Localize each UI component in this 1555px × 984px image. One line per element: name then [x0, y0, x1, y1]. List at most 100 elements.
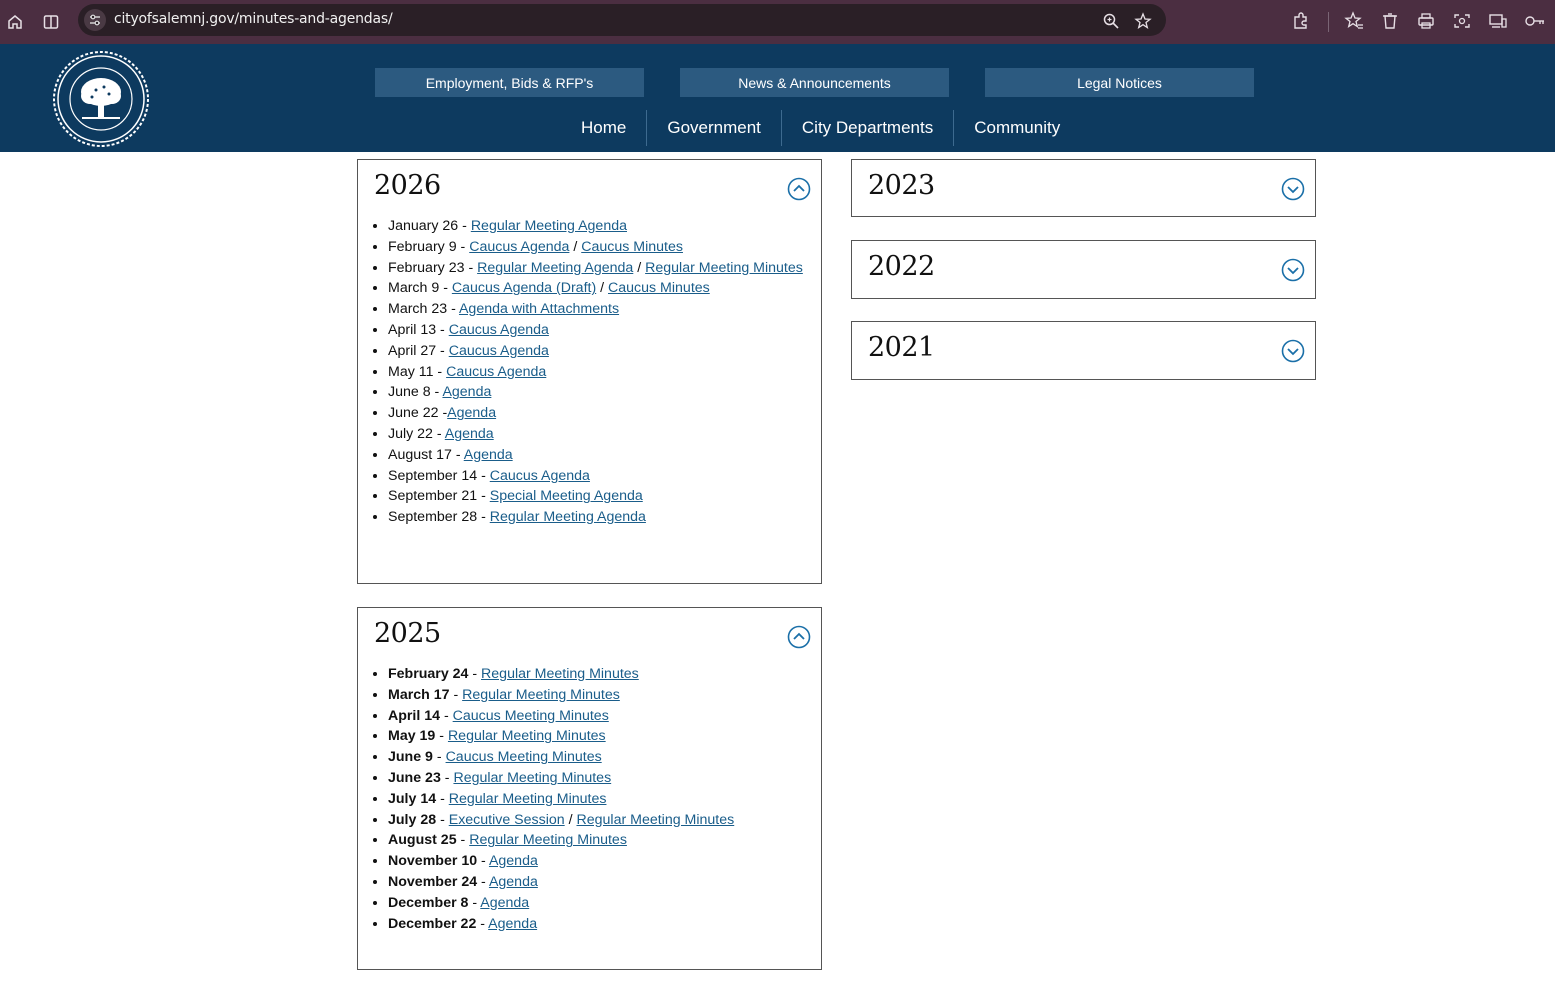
date-separator: -	[456, 832, 470, 849]
bookmark-star-icon[interactable]	[1134, 12, 1152, 30]
meeting-list-item: November 10 - Agenda	[388, 851, 808, 872]
meeting-list-item: September 28 - Regular Meeting Agenda	[388, 507, 808, 528]
document-link[interactable]: Regular Meeting Minutes	[645, 260, 803, 276]
year-panel-2021[interactable]: 2021	[851, 321, 1316, 380]
news-announcements-link[interactable]: News & Announcements	[680, 68, 949, 97]
home-icon[interactable]	[4, 11, 26, 33]
document-link[interactable]: Agenda	[447, 405, 496, 421]
meeting-list-item: March 17 - Regular Meeting Minutes	[388, 685, 808, 706]
extensions-icon[interactable]	[1291, 11, 1313, 33]
document-link[interactable]: Regular Meeting Minutes	[462, 687, 620, 703]
panel-year-title[interactable]: 2026	[374, 170, 441, 201]
panel-year-title[interactable]: 2021	[868, 332, 935, 363]
document-link[interactable]: Agenda	[489, 853, 538, 869]
document-link[interactable]: Regular Meeting Minutes	[469, 832, 627, 848]
document-link[interactable]: Regular Meeting Agenda	[490, 509, 646, 525]
document-link[interactable]: Caucus Agenda	[446, 364, 546, 380]
nav-government[interactable]: Government	[646, 110, 781, 146]
panel-year-title[interactable]: 2025	[374, 618, 441, 649]
year-panel-2023[interactable]: 2023	[851, 159, 1316, 217]
expand-chevron-down-icon[interactable]	[1281, 339, 1305, 363]
meeting-date: April 27	[388, 342, 437, 359]
zoom-icon[interactable]	[1102, 12, 1120, 30]
document-link[interactable]: Regular Meeting Minutes	[481, 666, 639, 682]
date-separator: -	[436, 321, 449, 338]
document-link[interactable]: Special Meeting Agenda	[490, 488, 643, 504]
date-separator: -	[432, 749, 446, 766]
split-view-icon[interactable]	[40, 11, 62, 33]
meeting-date: May 19	[388, 728, 436, 745]
document-link[interactable]: Agenda	[488, 916, 537, 932]
document-link[interactable]: Caucus Agenda	[490, 468, 590, 484]
meeting-list-item: September 14 - Caucus Agenda	[388, 466, 808, 487]
legal-notices-link[interactable]: Legal Notices	[985, 68, 1254, 97]
meeting-list-2025: February 24 - Regular Meeting MinutesMar…	[388, 664, 808, 934]
document-link[interactable]: Regular Meeting Agenda	[477, 260, 633, 276]
document-link[interactable]: Agenda	[480, 895, 529, 911]
url-text[interactable]: cityofsalemnj.gov/minutes-and-agendas/	[114, 11, 393, 27]
date-separator: -	[430, 384, 443, 401]
meeting-list-item: January 26 - Regular Meeting Agenda	[388, 216, 808, 237]
expand-chevron-down-icon[interactable]	[1281, 177, 1305, 201]
meeting-list-item: May 11 - Caucus Agenda	[388, 362, 808, 383]
panel-year-title[interactable]: 2023	[868, 170, 935, 201]
document-link[interactable]: Caucus Minutes	[581, 239, 683, 255]
document-link[interactable]: Caucus Meeting Minutes	[446, 749, 602, 765]
document-link[interactable]: Caucus Agenda	[449, 322, 549, 338]
city-seal-logo[interactable]	[52, 50, 150, 148]
year-panel-2022[interactable]: 2022	[851, 240, 1316, 299]
meeting-date: August 17	[388, 446, 452, 463]
nav-city-departments[interactable]: City Departments	[780, 110, 953, 146]
document-link[interactable]: Agenda	[464, 447, 513, 463]
meeting-list-item: June 22 -Agenda	[388, 403, 808, 424]
document-link[interactable]: Regular Meeting Minutes	[448, 728, 606, 744]
expand-chevron-down-icon[interactable]	[1281, 258, 1305, 282]
meeting-list-item: March 23 - Agenda with Attachments	[388, 299, 808, 320]
nav-community[interactable]: Community	[953, 110, 1080, 146]
browser-toolbar: cityofsalemnj.gov/minutes-and-agendas/	[0, 0, 1555, 44]
document-link[interactable]: Caucus Agenda	[449, 343, 549, 359]
meeting-date: February 9	[388, 238, 457, 255]
meeting-list-item: April 27 - Caucus Agenda	[388, 341, 808, 362]
date-separator: -	[456, 238, 470, 255]
document-link[interactable]: Regular Meeting Minutes	[453, 770, 611, 786]
favorites-icon[interactable]	[1344, 11, 1366, 33]
year-panel-2026: 2026 January 26 - Regular Meeting Agenda…	[357, 159, 822, 584]
document-link[interactable]: Regular Meeting Minutes	[449, 791, 607, 807]
date-separator: -	[451, 446, 464, 463]
document-link[interactable]: Agenda	[445, 426, 494, 442]
site-info-icon[interactable]	[84, 9, 106, 31]
document-link[interactable]: Caucus Minutes	[608, 280, 710, 296]
date-separator: -	[436, 342, 449, 359]
meeting-date: July 14	[388, 790, 437, 807]
collapse-chevron-up-icon[interactable]	[787, 177, 811, 201]
date-separator: -	[433, 363, 447, 380]
collapse-chevron-up-icon[interactable]	[787, 625, 811, 649]
print-icon[interactable]	[1416, 11, 1438, 33]
document-link[interactable]: Caucus Agenda	[469, 239, 569, 255]
address-bar[interactable]: cityofsalemnj.gov/minutes-and-agendas/	[78, 4, 1166, 36]
document-link[interactable]: Caucus Agenda (Draft)	[452, 280, 596, 296]
document-link[interactable]: Caucus Meeting Minutes	[453, 708, 609, 724]
date-separator: -	[447, 301, 459, 318]
panel-year-title[interactable]: 2022	[868, 251, 935, 282]
password-key-icon[interactable]	[1524, 11, 1546, 33]
meeting-list-item: June 8 - Agenda	[388, 382, 808, 403]
link-divider: /	[633, 259, 646, 276]
document-link[interactable]: Regular Meeting Agenda	[471, 218, 627, 234]
document-link[interactable]: Agenda with Attachments	[459, 301, 619, 317]
document-link[interactable]: Agenda	[442, 384, 491, 400]
meeting-date: November 10	[388, 853, 478, 870]
meeting-date: June 8	[388, 384, 431, 401]
employment-bids-link[interactable]: Employment, Bids & RFP's	[375, 68, 644, 97]
document-link[interactable]: Executive Session	[449, 812, 565, 828]
nav-home[interactable]: Home	[561, 110, 646, 146]
screenshot-icon[interactable]	[1452, 11, 1474, 33]
meeting-list-item: August 25 - Regular Meeting Minutes	[388, 830, 808, 851]
devices-icon[interactable]	[1488, 11, 1510, 33]
delete-icon[interactable]	[1380, 11, 1402, 33]
document-link[interactable]: Agenda	[489, 874, 538, 890]
date-separator: -	[477, 853, 489, 870]
document-link[interactable]: Regular Meeting Minutes	[577, 812, 735, 828]
meeting-date: July 22	[388, 425, 433, 442]
